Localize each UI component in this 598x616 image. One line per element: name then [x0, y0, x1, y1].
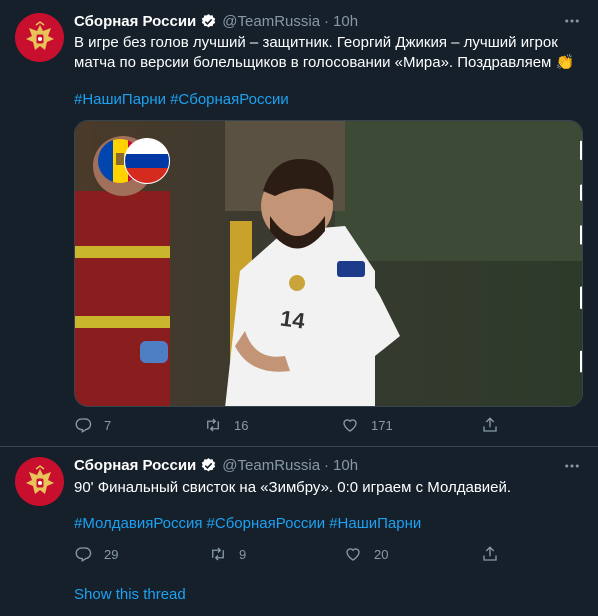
retweet-button[interactable]: 9 [209, 544, 246, 564]
separator-dot: · [324, 456, 330, 474]
author-name[interactable]: Сборная России [74, 457, 196, 474]
hashtag-link[interactable]: #НашиПарни [74, 91, 166, 108]
like-button[interactable]: 171 [341, 415, 393, 435]
heart-icon [346, 548, 360, 561]
mvp-overlay: MVP [548, 131, 583, 407]
hashtag-link[interactable]: #СборнаяРоссии [207, 515, 326, 532]
show-thread-link[interactable]: Show this thread [74, 586, 186, 603]
more-horizontal-icon [565, 19, 579, 23]
reply-button[interactable]: 7 [74, 415, 111, 435]
timestamp[interactable]: 10h [333, 13, 358, 30]
verified-badge-icon [202, 457, 216, 471]
heart-icon [343, 419, 357, 432]
russia-coat-of-arms-icon [25, 464, 54, 494]
tweet-media[interactable]: 14 MVP [74, 120, 583, 407]
retweet-count: 9 [239, 546, 247, 562]
retweet-icon [212, 547, 224, 561]
retweet-button[interactable]: 16 [204, 415, 248, 435]
more-horizontal-icon [565, 464, 579, 468]
hashtag-link[interactable]: #НашиПарни [329, 515, 421, 532]
tweet-header: Сборная России @TeamRussia · 10h [74, 11, 358, 31]
verified-badge-icon [202, 13, 216, 27]
separator-dot: · [324, 12, 330, 30]
tweet-actions: 29 9 20 [74, 544, 504, 564]
like-count: 171 [371, 417, 393, 433]
tweet-text: В игре без голов лучший – защитник. Геор… [74, 34, 575, 71]
tweet[interactable]: Сборная России @TeamRussia · 10h 90' Фин… [0, 447, 598, 616]
reply-count: 29 [104, 546, 119, 562]
svg-text:MVP: MVP [548, 131, 583, 407]
hashtag-link[interactable]: #МолдавияРоссия [74, 515, 203, 532]
share-icon [483, 417, 497, 432]
avatar[interactable] [15, 457, 64, 506]
russia-coat-of-arms-icon [25, 20, 54, 50]
reply-count: 7 [104, 417, 112, 433]
author-handle[interactable]: @TeamRussia [222, 13, 320, 30]
russia-flag-icon [124, 138, 170, 184]
reply-icon [75, 547, 92, 562]
timestamp[interactable]: 10h [333, 457, 358, 474]
mvp-photo: 14 MVP [75, 121, 583, 407]
like-button[interactable]: 20 [344, 544, 388, 564]
retweet-icon [207, 418, 219, 432]
share-button[interactable] [481, 544, 499, 564]
more-options-button[interactable] [562, 11, 582, 31]
jersey-number: 14 [279, 305, 307, 333]
more-options-button[interactable] [562, 456, 582, 476]
hashtag-list: #НашиПарни #СборнаяРоссии [74, 90, 293, 110]
reply-icon [75, 418, 92, 433]
tweet[interactable]: Сборная России @TeamRussia · 10h В игре … [0, 0, 598, 447]
hashtag-list: #МолдавияРоссия #СборнаяРоссии #НашиПарни [74, 514, 425, 534]
like-count: 20 [374, 546, 389, 562]
hashtag-link[interactable]: #СборнаяРоссии [170, 91, 289, 108]
author-name[interactable]: Сборная России [74, 13, 196, 30]
tweet-header: Сборная России @TeamRussia · 10h [74, 455, 358, 475]
retweet-count: 16 [234, 417, 249, 433]
tweet-text: 90' Финальный свисток на «Зимбру». 0:0 и… [74, 479, 512, 496]
avatar[interactable] [15, 13, 64, 62]
share-icon [483, 546, 497, 561]
author-handle[interactable]: @TeamRussia [222, 457, 320, 474]
reply-button[interactable]: 29 [74, 544, 118, 564]
tweet-actions: 7 16 171 [74, 415, 504, 435]
share-button[interactable] [481, 415, 499, 435]
